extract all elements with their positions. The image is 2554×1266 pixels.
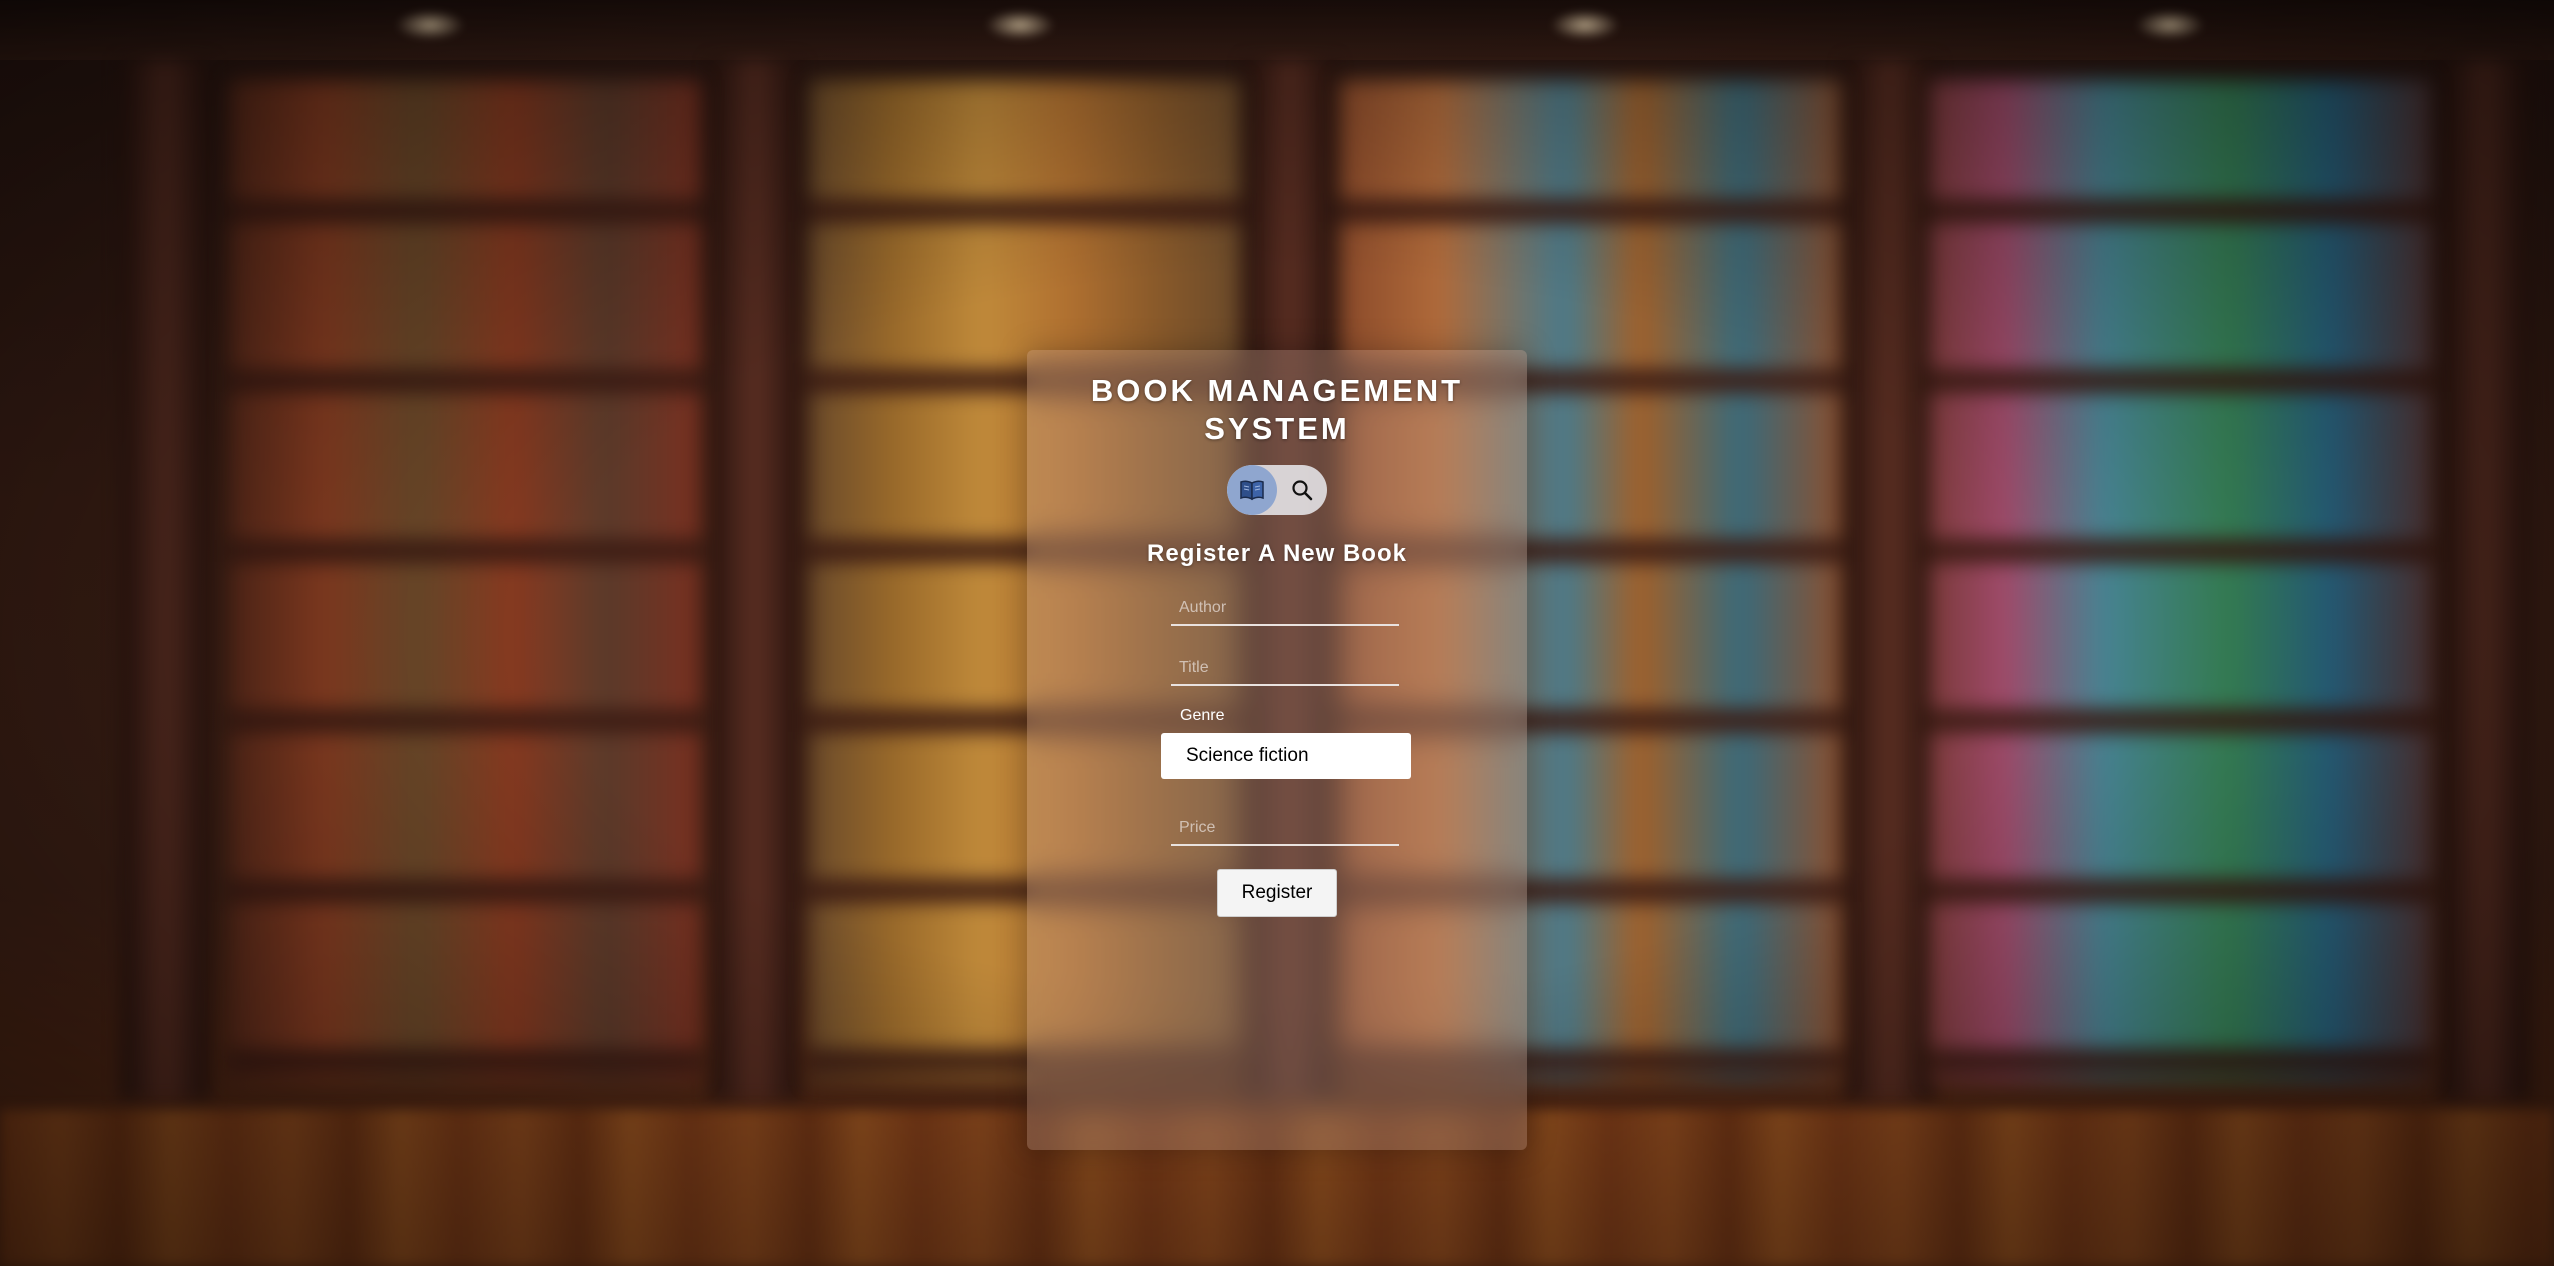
app-title: BOOK MANAGEMENT SYSTEM — [1090, 373, 1464, 446]
search-mode-button[interactable] — [1277, 465, 1327, 515]
register-book-panel: BOOK MANAGEMENT SYSTEM Register A New Bo… — [1027, 350, 1527, 1150]
search-icon — [1292, 480, 1313, 501]
mode-toggle — [1227, 465, 1327, 515]
book-icon — [1240, 480, 1264, 501]
genre-label: Genre — [1180, 707, 1225, 724]
genre-select[interactable]: Science fiction — [1161, 733, 1411, 779]
register-button[interactable]: Register — [1217, 869, 1337, 917]
register-mode-button[interactable] — [1227, 465, 1277, 515]
price-input[interactable] — [1171, 816, 1399, 846]
genre-selected-value: Science fiction — [1186, 745, 1309, 766]
title-input[interactable] — [1171, 656, 1399, 686]
author-input[interactable] — [1171, 596, 1399, 626]
form-heading: Register A New Book — [1147, 540, 1407, 567]
